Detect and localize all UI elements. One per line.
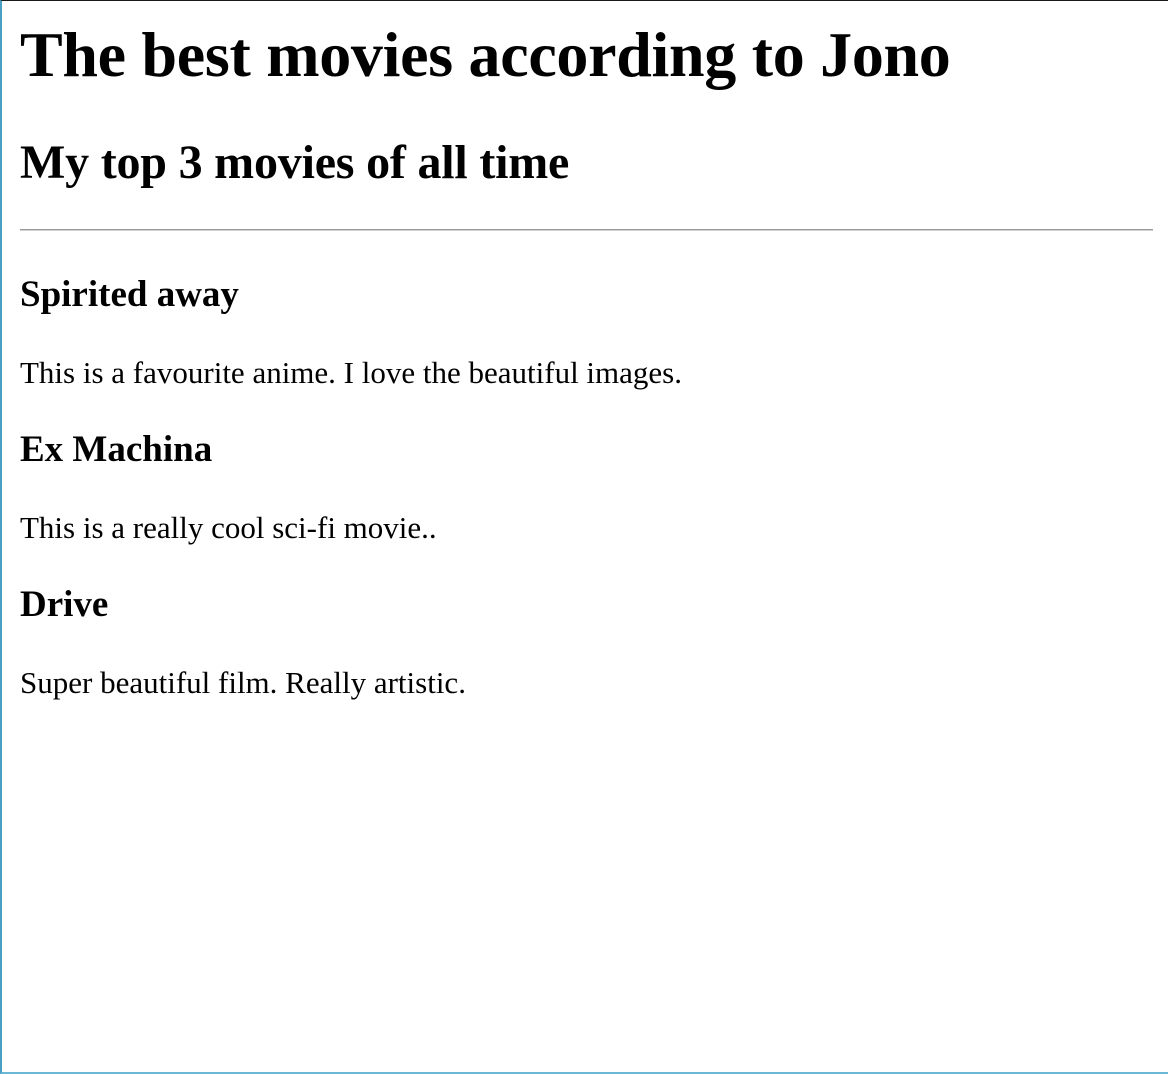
movie-description: This is a favourite anime. I love the be… [20, 355, 682, 390]
page-content: The best movies according to Jono My top… [20, 1, 1154, 700]
movie-title: Drive [20, 584, 109, 625]
browser-viewport: The best movies according to Jono My top… [0, 0, 1168, 1074]
movie-description: Super beautiful film. Really artistic. [20, 665, 466, 700]
movie-entry: Drive Super beautiful film. Really artis… [20, 583, 1154, 703]
page-title: The best movies according to Jono [20, 19, 951, 90]
movie-description: This is a really cool sci-fi movie.. [20, 510, 437, 545]
movie-entry: Ex Machina This is a really cool sci-fi … [20, 428, 1154, 548]
movie-title: Ex Machina [20, 429, 213, 470]
movie-title: Spirited away [20, 274, 239, 315]
movie-entry: Spirited away This is a favourite anime.… [20, 273, 1154, 393]
page-subtitle: My top 3 movies of all time [20, 136, 570, 189]
movie-list: Spirited away This is a favourite anime.… [20, 273, 1154, 738]
section-divider [20, 229, 1153, 231]
